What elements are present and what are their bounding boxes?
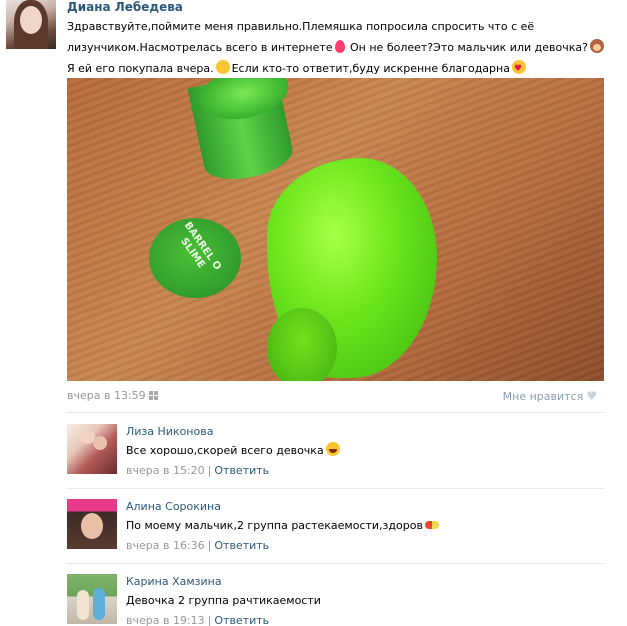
post-text-part-2: Он не болеет?Это мальчик или девочка? [346, 41, 588, 54]
post-text: Здравствуйте,поймите меня правильно.Плем… [67, 16, 612, 80]
divider [67, 563, 604, 564]
comment-time[interactable]: вчера в 16:36 [126, 539, 205, 552]
comment-time[interactable]: вчера в 15:20 [126, 464, 205, 477]
author-name[interactable]: Диана Лебедева [67, 0, 183, 14]
comment-author[interactable]: Лиза Никонова [126, 425, 213, 438]
meta-separator: | [207, 539, 212, 552]
comment-item: Карина Хамзина Девочка 2 группа рачтикае… [67, 574, 604, 626]
avatar-face [20, 6, 42, 34]
divider [67, 488, 604, 489]
comment-avatar[interactable] [67, 424, 117, 474]
comment-avatar[interactable] [67, 574, 117, 624]
like-label[interactable]: Мне нравится [503, 390, 584, 403]
post-text-part-3: Я ей его покупала вчера. [67, 62, 214, 75]
comment-text: Все хорошо,скорей всего девочка [126, 442, 342, 459]
comment-item: Лиза Никонова Все хорошо,скорей всего де… [67, 424, 604, 494]
comment-text: Девочка 2 группа рачтикаемости [126, 592, 321, 609]
post-date[interactable]: вчера в 13:59 [67, 389, 158, 402]
comment-meta: вчера в 19:13 | Ответить [126, 614, 269, 626]
author-avatar[interactable] [6, 0, 56, 49]
avatar-face [81, 513, 103, 539]
comment-author[interactable]: Алина Сорокина [126, 500, 221, 513]
avatar-person [93, 436, 107, 450]
comment-text-content: По моему мальчик,2 группа растекаемости,… [126, 519, 423, 532]
laughing-emoji-icon [325, 442, 340, 456]
like-button[interactable]: Мне нравится ♥ [503, 389, 597, 403]
reply-link[interactable]: Ответить [214, 464, 269, 477]
comment-avatar[interactable] [67, 499, 117, 549]
comment-text-content: Все хорошо,скорей всего девочка [126, 444, 324, 457]
heart-eyes-emoji-icon [511, 59, 526, 80]
post-photo[interactable]: BARREL O SLIME [67, 78, 604, 381]
green-slime-drip [267, 308, 337, 381]
meta-separator: | [207, 614, 212, 626]
reply-link[interactable]: Ответить [214, 539, 269, 552]
smile-emoji-icon [215, 60, 230, 74]
divider [67, 412, 604, 413]
avatar-person [93, 588, 105, 620]
comment-author[interactable]: Карина Хамзина [126, 575, 222, 588]
meta-separator: | [207, 464, 212, 477]
comment-time[interactable]: вчера в 19:13 [126, 614, 205, 626]
person-emoji-icon [589, 39, 604, 53]
comment-meta: вчера в 16:36 | Ответить [126, 539, 269, 552]
reply-link[interactable]: Ответить [214, 614, 269, 626]
wall-post: Диана Лебедева Здравствуйте,поймите меня… [0, 0, 627, 626]
pill-emoji-icon [424, 521, 439, 529]
balloon-emoji-icon [334, 40, 345, 53]
comment-text: По моему мальчик,2 группа растекаемости,… [126, 517, 441, 534]
comment-text-content: Девочка 2 группа рачтикаемости [126, 594, 321, 607]
post-text-part-4: Если кто-то ответит,буду искренне благод… [231, 62, 510, 75]
avatar-person [77, 590, 89, 620]
comment-item: Алина Сорокина По моему мальчик,2 группа… [67, 499, 604, 569]
post-date-text[interactable]: вчера в 13:59 [67, 389, 146, 402]
heart-icon[interactable]: ♥ [586, 389, 597, 403]
windows-icon [148, 391, 158, 400]
comment-meta: вчера в 15:20 | Ответить [126, 464, 269, 477]
